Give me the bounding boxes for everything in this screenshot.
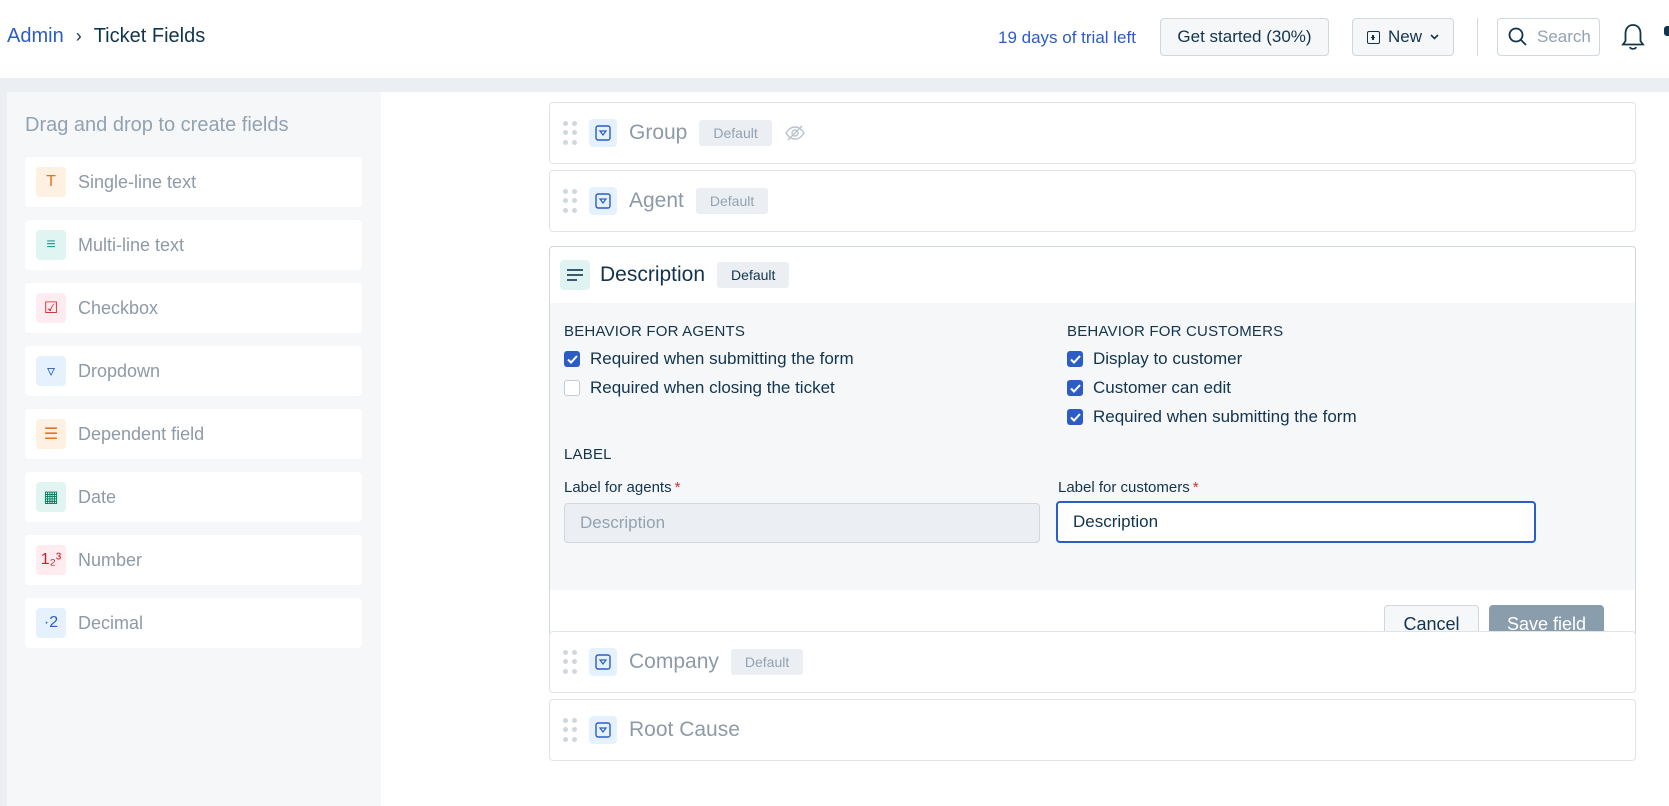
- editor-body: BEHAVIOR FOR AGENTS BEHAVIOR FOR CUSTOME…: [550, 303, 1635, 590]
- field-label: Agent: [629, 189, 684, 212]
- list-icon: ☰: [36, 419, 66, 449]
- customers-behavior-heading: BEHAVIOR FOR CUSTOMERS: [1067, 323, 1284, 340]
- new-button-label: New: [1387, 27, 1422, 46]
- palette-list: T Single-line text ≡ Multi-line text ☑ Checkb…: [25, 157, 362, 661]
- palette-item[interactable]: ☰ Dependent field: [25, 409, 362, 459]
- dropdown-icon: [589, 648, 617, 676]
- checkbox-label: Required when submitting the form: [590, 349, 854, 368]
- editor-title: Description: [600, 263, 706, 286]
- palette-title: Drag and drop to create fields: [25, 114, 289, 136]
- agent-label-title: Label for agents *: [564, 479, 680, 496]
- palette-item[interactable]: ☑ Checkbox: [25, 283, 362, 333]
- paragraph-icon: ≡: [36, 230, 66, 260]
- customer-label-title: Label for customers *: [1058, 479, 1199, 496]
- palette-item[interactable]: 1₂³ Number: [25, 535, 362, 585]
- palette-item[interactable]: T Single-line text: [25, 157, 362, 207]
- drag-handle-icon[interactable]: [563, 121, 577, 145]
- page-title: Ticket Fields: [93, 25, 206, 47]
- palette-item-label: Multi-line text: [78, 234, 185, 255]
- get-started-button[interactable]: Get started (30%): [1160, 18, 1329, 56]
- palette-item-label: Single-line text: [78, 171, 197, 192]
- field-label: Company: [629, 650, 719, 673]
- required-asterisk: *: [1192, 479, 1199, 496]
- palette-item-label: Date: [78, 486, 117, 507]
- behavior-checkbox[interactable]: Customer can edit: [1067, 378, 1231, 398]
- checkbox-unchecked-icon[interactable]: [564, 380, 580, 396]
- palette-item-label: Checkbox: [78, 297, 159, 318]
- behavior-checkbox[interactable]: Display to customer: [1067, 349, 1242, 369]
- breadcrumb: Admin › Ticket Fields: [7, 25, 205, 48]
- drag-handle-icon[interactable]: [563, 189, 577, 213]
- field-label: Root Cause: [629, 718, 740, 741]
- default-badge: Default: [717, 262, 790, 288]
- checkbox-label: Required when submitting the form: [1093, 407, 1357, 426]
- palette-item[interactable]: ▦ Date: [25, 472, 362, 522]
- chevron-down-icon: [1430, 34, 1439, 40]
- checkbox-checked-icon[interactable]: [1067, 380, 1083, 396]
- behavior-checkbox[interactable]: Required when submitting the form: [1067, 407, 1357, 427]
- text-icon: T: [36, 167, 66, 197]
- palette-item-label: Number: [78, 549, 143, 570]
- chevron-right-icon: ›: [75, 26, 82, 46]
- palette-item[interactable]: ≡ Multi-line text: [25, 220, 362, 270]
- palette-item-label: Decimal: [78, 612, 144, 633]
- decimal-icon: ·2: [36, 608, 66, 638]
- checkbox-label: Required when closing the ticket: [590, 378, 835, 397]
- drag-handle-icon[interactable]: [563, 650, 577, 674]
- eye-off-icon: [784, 125, 805, 141]
- palette-item[interactable]: ·2 Decimal: [25, 598, 362, 648]
- fields-list: Group Default Agent Default Description …: [381, 92, 1669, 806]
- required-asterisk: *: [674, 479, 681, 496]
- field-row-group[interactable]: Group Default: [549, 102, 1636, 164]
- breadcrumb-admin-link[interactable]: Admin: [7, 25, 64, 48]
- number-icon: 1₂³: [36, 545, 66, 575]
- customer-label-input[interactable]: [1056, 501, 1536, 543]
- field-label: Group: [629, 121, 688, 144]
- search-icon: [1508, 27, 1527, 46]
- new-button[interactable]: New: [1352, 18, 1454, 56]
- palette-item-label: Dependent field: [78, 423, 205, 444]
- agents-behavior-heading: BEHAVIOR FOR AGENTS: [564, 323, 746, 340]
- dropdown-icon: ▿: [36, 356, 66, 386]
- calendar-icon: ▦: [36, 482, 66, 512]
- search-box[interactable]: Search: [1497, 18, 1600, 56]
- default-badge: Default: [695, 188, 769, 214]
- agent-label-input: [564, 503, 1040, 543]
- divider: [1477, 18, 1478, 56]
- checkbox-icon: ☑: [36, 293, 66, 323]
- avatar[interactable]: [1664, 26, 1669, 36]
- dropdown-icon: [589, 187, 617, 215]
- checkbox-checked-icon[interactable]: [564, 351, 580, 367]
- field-row-company[interactable]: Company Default: [549, 631, 1636, 693]
- field-palette: Drag and drop to create fields T Single-l…: [7, 92, 381, 806]
- plus-square-icon: [1366, 30, 1380, 44]
- checkbox-checked-icon[interactable]: [1067, 351, 1083, 367]
- default-badge: Default: [730, 649, 804, 675]
- checkbox-checked-icon[interactable]: [1067, 409, 1083, 425]
- drag-handle-icon[interactable]: [563, 718, 577, 742]
- palette-item-label: Dropdown: [78, 360, 161, 381]
- editor-header: Description Default: [550, 247, 1635, 303]
- field-row-root-cause[interactable]: Root Cause: [549, 699, 1636, 761]
- bell-icon[interactable]: [1620, 22, 1646, 52]
- checkbox-label: Display to customer: [1093, 349, 1243, 368]
- behavior-checkbox[interactable]: Required when closing the ticket: [564, 378, 835, 398]
- customer-label-title-text: Label for customers: [1058, 479, 1190, 496]
- checkbox-label: Customer can edit: [1093, 378, 1231, 397]
- field-row-agent[interactable]: Agent Default: [549, 170, 1636, 232]
- field-editor-description: Description Default BEHAVIOR FOR AGENTS …: [549, 246, 1636, 662]
- palette-item[interactable]: ▿ Dropdown: [25, 346, 362, 396]
- trial-link[interactable]: 19 days of trial left: [998, 28, 1136, 48]
- default-badge: Default: [699, 120, 772, 146]
- behavior-checkbox[interactable]: Required when submitting the form: [564, 349, 854, 369]
- top-bar: Admin › Ticket Fields 19 days of trial l…: [0, 0, 1669, 78]
- paragraph-icon: [560, 260, 590, 290]
- dropdown-icon: [589, 716, 617, 744]
- dropdown-icon: [589, 119, 617, 147]
- agent-label-title-text: Label for agents: [564, 479, 672, 496]
- label-heading: LABEL: [564, 446, 612, 463]
- search-placeholder: Search: [1537, 27, 1591, 46]
